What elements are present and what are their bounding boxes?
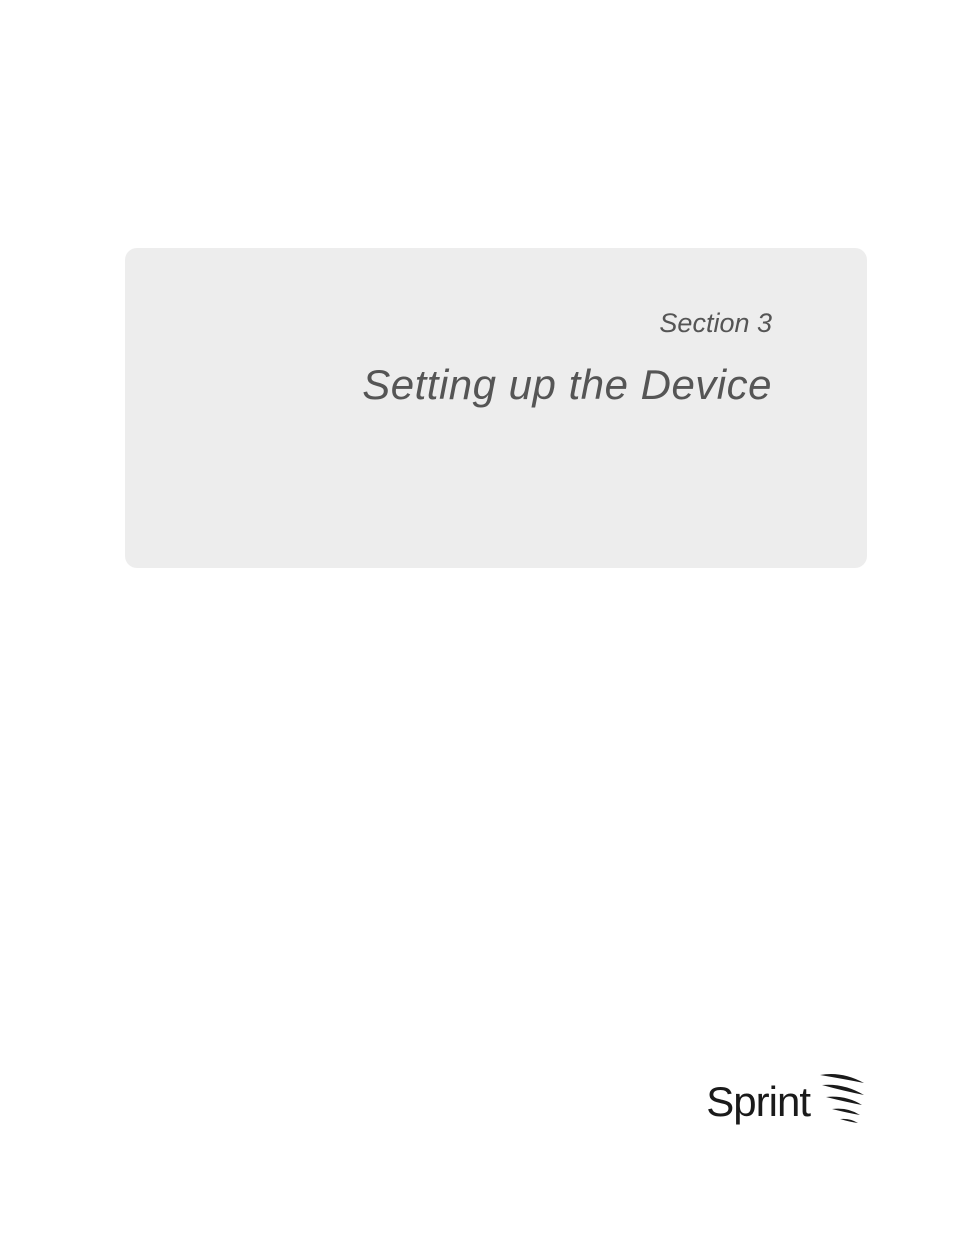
section-header-panel: Section 3 Setting up the Device	[125, 248, 867, 568]
section-title: Setting up the Device	[165, 361, 772, 409]
brand-name: Sprint	[706, 1078, 810, 1126]
brand-logo: Sprint	[706, 1069, 868, 1135]
section-number-label: Section 3	[165, 308, 772, 339]
sprint-wing-icon	[816, 1069, 868, 1135]
